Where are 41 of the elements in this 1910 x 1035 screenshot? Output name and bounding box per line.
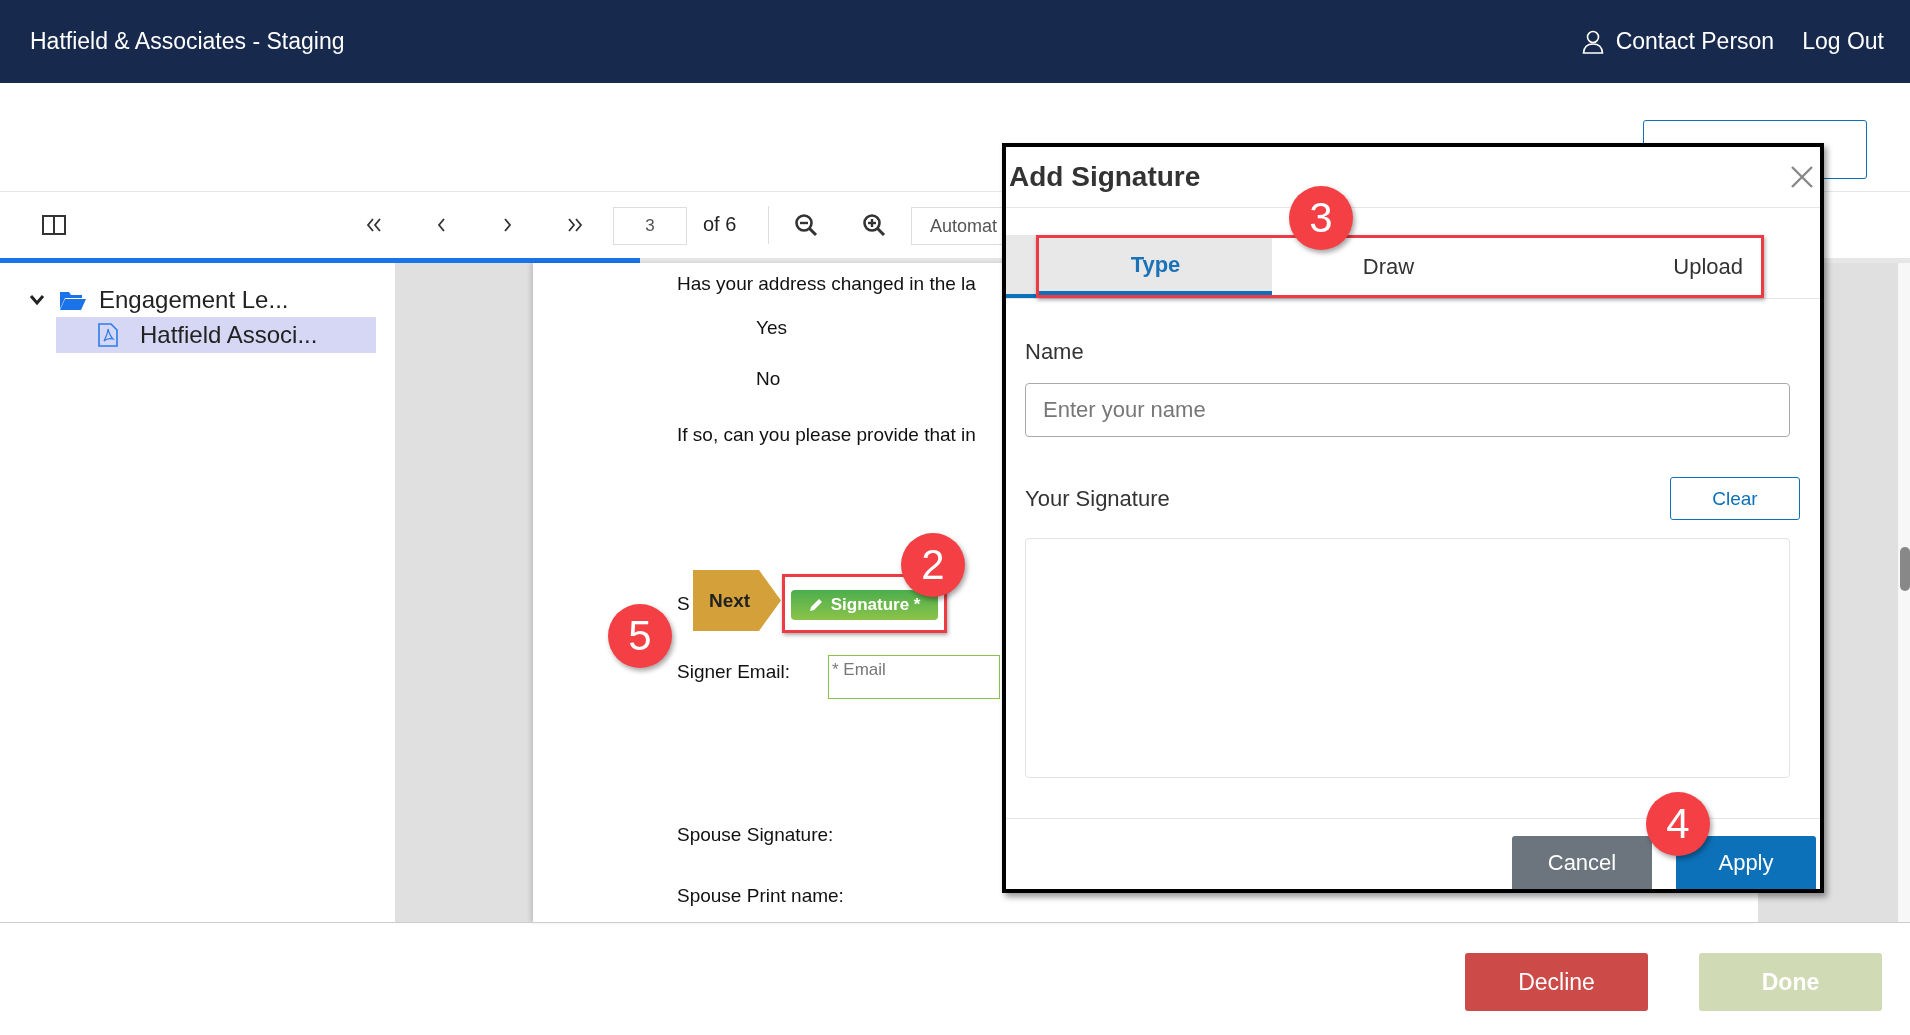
dialog-tab[interactable]: Type: [1039, 238, 1272, 295]
previous-page-icon[interactable]: [436, 218, 446, 232]
document-text: Spouse Print name:: [677, 885, 845, 907]
document-text: If so, can you please provide that in: [677, 424, 977, 446]
cancel-button[interactable]: Cancel: [1512, 836, 1652, 889]
next-page-icon[interactable]: [503, 218, 513, 232]
document-text: Yes: [756, 317, 788, 339]
scroll-thumb[interactable]: [1900, 547, 1910, 591]
email-field[interactable]: * Email: [828, 655, 1000, 699]
clear-button[interactable]: Clear: [1670, 477, 1800, 520]
dialog-tab[interactable]: Upload: [1505, 238, 1761, 295]
document-text: Has your address changed in the la: [677, 273, 977, 295]
pencil-icon: [808, 598, 823, 612]
name-field[interactable]: Enter your name: [1025, 383, 1790, 437]
name-label: Name: [1025, 339, 1085, 365]
user-link[interactable]: Contact Person: [1581, 28, 1775, 55]
document-text: Spouse Signature:: [677, 824, 835, 846]
decline-button[interactable]: Decline: [1465, 953, 1648, 1011]
zoom-out-icon[interactable]: [794, 213, 818, 237]
close-icon[interactable]: [1790, 165, 1814, 189]
person-icon: [1581, 29, 1604, 54]
first-page-icon[interactable]: [366, 218, 382, 232]
logout-link[interactable]: Log Out: [1802, 28, 1884, 55]
app-title: Hatfield & Associates - Staging: [30, 28, 345, 55]
folder-icon: [59, 289, 87, 311]
chevron-icon[interactable]: [29, 294, 45, 306]
zoom-in-icon[interactable]: [862, 213, 886, 237]
sidebar-toggle-icon[interactable]: [42, 215, 66, 235]
document-text: S: [677, 592, 690, 615]
last-page-icon[interactable]: [567, 218, 583, 232]
scrollbar[interactable]: [1898, 263, 1910, 922]
tree-item[interactable]: Hatfield Associ...: [56, 317, 376, 353]
document-text: No: [756, 368, 782, 390]
next-tag[interactable]: Next: [693, 570, 781, 631]
page-count: of 6: [703, 213, 737, 236]
signature-label: Your Signature: [1025, 485, 1170, 512]
dialog-title: Add Signature: [1009, 161, 1201, 193]
tree-item[interactable]: Engagement Le...: [99, 286, 289, 314]
pdf-file-icon: [98, 323, 118, 347]
page-number-field[interactable]: 3: [613, 207, 687, 245]
document-text: Signer Email:: [677, 660, 791, 683]
